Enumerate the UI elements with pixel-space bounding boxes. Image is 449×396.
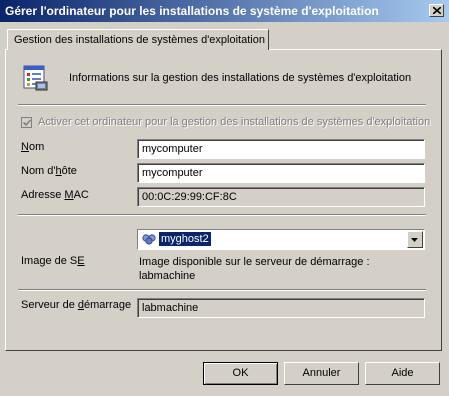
mac-field: 00:0C:29:99:CF:8C xyxy=(137,187,425,207)
mac-label: Adresse MAC xyxy=(21,189,89,201)
enable-management-label: Activer cet ordinateur pour la gestion d… xyxy=(38,116,431,128)
name-label: Nom xyxy=(21,141,45,153)
boot-server-field: labmachine xyxy=(137,298,425,318)
os-image-dropdown[interactable]: myghost2 xyxy=(137,229,425,250)
image-availability-text: Image disponible sur le serveur de démar… xyxy=(139,256,370,268)
close-icon xyxy=(433,7,441,14)
os-image-label: Image de SE xyxy=(21,255,85,267)
ok-button[interactable]: OK xyxy=(203,362,278,385)
cancel-button[interactable]: Annuler xyxy=(284,362,359,385)
ghost-image-icon xyxy=(142,234,156,245)
separator xyxy=(18,214,426,216)
separator xyxy=(18,289,426,291)
chevron-down-icon xyxy=(411,238,418,242)
boot-server-value: labmachine xyxy=(142,302,199,314)
close-button[interactable] xyxy=(429,4,444,17)
checkmark-icon xyxy=(23,119,31,127)
hostname-field[interactable]: mycomputer xyxy=(137,163,425,183)
window-title: Gérer l'ordinateur pour les installation… xyxy=(5,4,379,18)
help-button[interactable]: Aide xyxy=(365,362,440,385)
name-field[interactable]: mycomputer xyxy=(137,139,425,159)
hostname-value: mycomputer xyxy=(142,167,203,179)
tab-os-installations[interactable]: Gestion des installations de systèmes d'… xyxy=(7,29,269,50)
name-value: mycomputer xyxy=(142,143,203,155)
mac-value: 00:0C:29:99:CF:8C xyxy=(142,191,237,203)
image-availability-server: labmachine xyxy=(139,270,196,282)
enable-management-checkbox[interactable] xyxy=(21,117,32,128)
os-install-info-icon xyxy=(23,65,48,91)
separator xyxy=(18,104,426,106)
tab-label: Gestion des installations de systèmes d'… xyxy=(14,34,265,46)
os-image-selected: myghost2 xyxy=(158,231,212,247)
hostname-label: Nom d'hôte xyxy=(21,165,77,177)
title-bar: Gérer l'ordinateur pour les installation… xyxy=(0,0,449,22)
info-text: Informations sur la gestion des installa… xyxy=(69,72,412,84)
boot-server-label: Serveur de démarrage xyxy=(21,299,132,311)
dropdown-button[interactable] xyxy=(407,231,423,248)
